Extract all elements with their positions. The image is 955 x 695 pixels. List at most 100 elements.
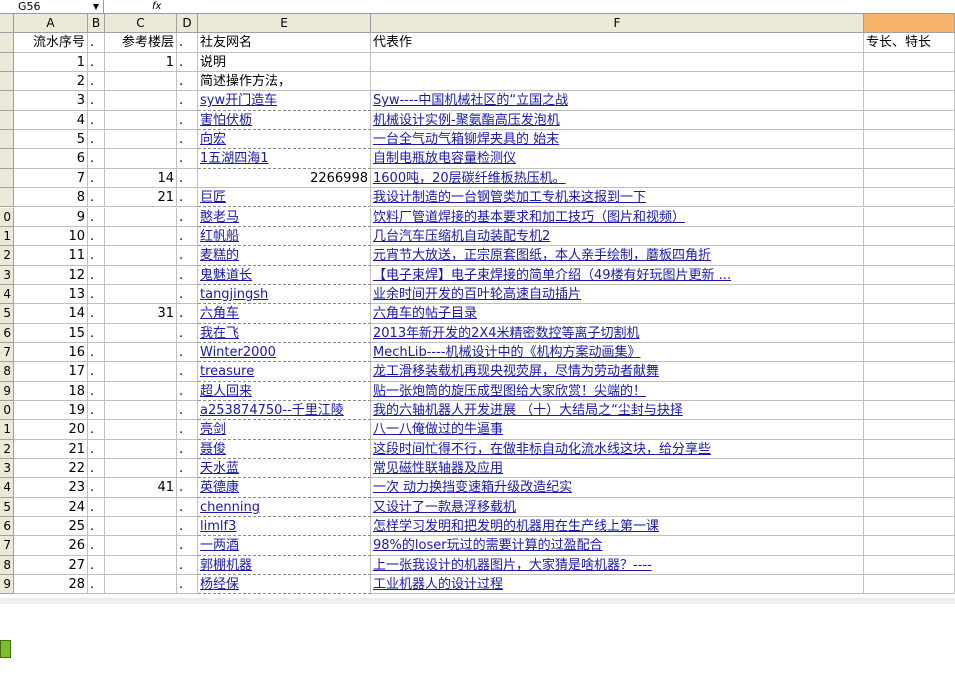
cell-e[interactable]: 社友网名: [198, 33, 371, 53]
row-header[interactable]: 2: [0, 246, 14, 266]
row-header[interactable]: 0: [0, 401, 14, 421]
cell-c[interactable]: [105, 381, 177, 401]
cell-c[interactable]: 31: [105, 304, 177, 324]
cell-d[interactable]: .: [177, 188, 198, 208]
cell-f[interactable]: 工业机器人的设计过程: [371, 575, 864, 595]
cell-b[interactable]: .: [88, 381, 105, 401]
cell-b[interactable]: .: [88, 497, 105, 518]
function-icon[interactable]: fx: [152, 0, 161, 13]
cell-c[interactable]: [105, 517, 177, 537]
cell-g[interactable]: [864, 149, 955, 169]
cell-c[interactable]: [105, 130, 177, 150]
cell-f[interactable]: 上一张我设计的机器图片，大家猜是啥机器？----: [371, 555, 864, 576]
cell-g[interactable]: [864, 342, 955, 363]
cell-e[interactable]: 六角车: [198, 304, 371, 324]
cell-b[interactable]: .: [88, 323, 105, 343]
cell-e[interactable]: 我在飞: [198, 323, 371, 343]
cell-f[interactable]: 龙工滑移装载机再现央视荧屏，尽情为劳动者献舞: [371, 362, 864, 382]
cell-e[interactable]: 一两酒: [198, 536, 371, 556]
cell-d[interactable]: .: [177, 381, 198, 401]
cell-d[interactable]: .: [177, 265, 198, 285]
cell-b[interactable]: .: [88, 72, 105, 92]
cell-a[interactable]: 10: [14, 226, 88, 247]
row-header[interactable]: [0, 188, 14, 208]
cell-e[interactable]: 郭棚机器: [198, 555, 371, 576]
cell-g[interactable]: [864, 439, 955, 460]
cell-f[interactable]: 贴一张炮筒的旋压成型图给大家欣赏！尖端的！: [371, 381, 864, 401]
cell-a[interactable]: 25: [14, 517, 88, 537]
cell-e[interactable]: 英德康: [198, 478, 371, 498]
cell-d[interactable]: .: [177, 420, 198, 440]
row-header[interactable]: [0, 130, 14, 150]
cell-e[interactable]: 害怕伏枥: [198, 110, 371, 131]
cell-c[interactable]: 21: [105, 188, 177, 208]
row-header[interactable]: [0, 33, 14, 53]
row-header[interactable]: 7: [0, 342, 14, 363]
cell-d[interactable]: .: [177, 246, 198, 266]
cell-b[interactable]: .: [88, 110, 105, 131]
cell-f[interactable]: 【电子束焊】电子束焊接的简单介绍（49楼有好玩图片更新 ...: [371, 265, 864, 285]
cell-c[interactable]: [105, 246, 177, 266]
row-header[interactable]: 9: [0, 575, 14, 595]
cell-b[interactable]: .: [88, 536, 105, 556]
cell-b[interactable]: .: [88, 575, 105, 595]
cell-g[interactable]: [864, 536, 955, 556]
cell-d[interactable]: .: [177, 72, 198, 92]
cell-e[interactable]: tangjingsh: [198, 284, 371, 305]
row-header[interactable]: 7: [0, 536, 14, 556]
cell-a[interactable]: 14: [14, 304, 88, 324]
cell-e[interactable]: 简述操作方法，: [198, 72, 371, 92]
cell-c[interactable]: [105, 226, 177, 247]
cell-c[interactable]: 参考楼层: [105, 33, 177, 53]
cell-d[interactable]: .: [177, 284, 198, 305]
row-header[interactable]: [0, 72, 14, 92]
cell-c[interactable]: [105, 459, 177, 479]
cell-b[interactable]: .: [88, 401, 105, 421]
cell-c[interactable]: [105, 284, 177, 305]
cell-e[interactable]: 巨匠: [198, 188, 371, 208]
cell-d[interactable]: .: [177, 168, 198, 189]
cell-g[interactable]: [864, 226, 955, 247]
cell-a[interactable]: 6: [14, 149, 88, 169]
cell-c[interactable]: [105, 362, 177, 382]
cell-a[interactable]: 2: [14, 72, 88, 92]
cell-f[interactable]: 机械设计实例-聚氨酯高压发泡机: [371, 110, 864, 131]
cell-f[interactable]: 怎样学习发明和把发明的机器用在生产线上第一课: [371, 517, 864, 537]
cell-b[interactable]: .: [88, 304, 105, 324]
cell-f[interactable]: 自制电瓶放电容量检测仪: [371, 149, 864, 169]
cell-d[interactable]: .: [177, 575, 198, 595]
cell-g[interactable]: [864, 555, 955, 576]
cell-g[interactable]: [864, 497, 955, 518]
cell-e[interactable]: 亮剑: [198, 420, 371, 440]
cell-b[interactable]: .: [88, 459, 105, 479]
column-header-d[interactable]: D: [177, 14, 198, 34]
row-header[interactable]: [0, 110, 14, 131]
cell-a[interactable]: 21: [14, 439, 88, 460]
cell-e[interactable]: 天水蓝: [198, 459, 371, 479]
cell-f[interactable]: 几台汽车压缩机自动装配专机2: [371, 226, 864, 247]
cell-a[interactable]: 28: [14, 575, 88, 595]
row-header[interactable]: 1: [0, 226, 14, 247]
cell-e[interactable]: 2266998: [198, 168, 371, 189]
cell-d[interactable]: .: [177, 52, 198, 73]
cell-c[interactable]: [105, 323, 177, 343]
row-header[interactable]: 8: [0, 362, 14, 382]
cell-d[interactable]: .: [177, 304, 198, 324]
cell-g[interactable]: [864, 304, 955, 324]
column-header-g[interactable]: [864, 14, 955, 34]
cell-f[interactable]: 我设计制造的一台钢管类加工专机来这报到一下: [371, 188, 864, 208]
cell-f[interactable]: 六角车的帖子目录: [371, 304, 864, 324]
cell-e[interactable]: 超人回来: [198, 381, 371, 401]
cell-g[interactable]: [864, 91, 955, 111]
cell-g[interactable]: [864, 168, 955, 189]
cell-d[interactable]: .: [177, 226, 198, 247]
cell-c[interactable]: [105, 342, 177, 363]
column-header-f[interactable]: F: [371, 14, 864, 34]
cell-b[interactable]: .: [88, 149, 105, 169]
cell-b[interactable]: .: [88, 284, 105, 305]
cell-g[interactable]: [864, 130, 955, 150]
cell-g[interactable]: [864, 246, 955, 266]
cell-e[interactable]: limlf3: [198, 517, 371, 537]
row-header[interactable]: 6: [0, 323, 14, 343]
cell-b[interactable]: .: [88, 439, 105, 460]
